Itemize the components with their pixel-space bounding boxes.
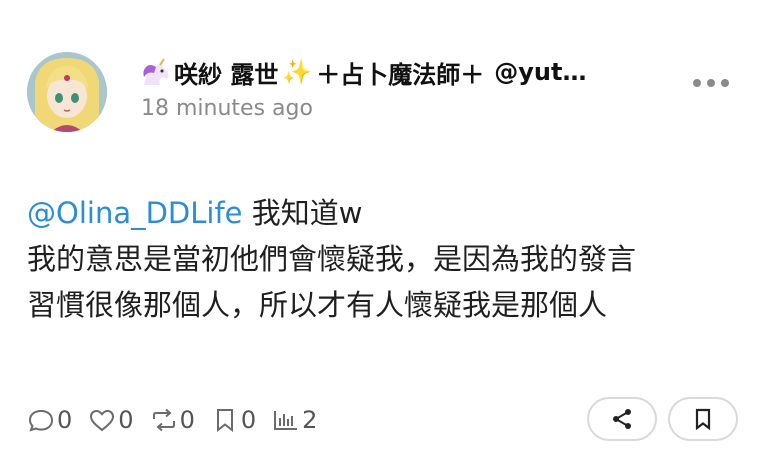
- mention-link[interactable]: @Olina_DDLife: [27, 196, 243, 230]
- more-dot-icon: [693, 79, 701, 87]
- repost-count: 0: [179, 406, 195, 434]
- reply-icon: [28, 409, 54, 432]
- bookmark-outline-icon: [216, 409, 233, 433]
- bookmark-icon: [695, 408, 711, 431]
- post-body: @Olina_DDLife 我知道w 我的意思是當初他們會懷疑我，是因為我的發言…: [27, 190, 747, 328]
- chart-icon: [274, 411, 298, 430]
- post-actions: 0 0 0 0 2: [27, 403, 333, 437]
- post-line-1: @Olina_DDLife 我知道w: [27, 190, 747, 236]
- author-handle: @yut…: [494, 58, 587, 86]
- share-icon: [613, 409, 631, 429]
- unicorn-icon: [143, 58, 169, 85]
- more-dot-icon: [721, 79, 729, 87]
- post-line-3: 習慣很像那個人，所以才有人懷疑我是那個人: [27, 288, 608, 322]
- avatar[interactable]: [27, 52, 107, 132]
- author-name-part1: 咲紗 露世: [174, 60, 279, 89]
- views-button[interactable]: 2: [272, 406, 317, 434]
- reply-button[interactable]: 0: [27, 406, 72, 434]
- reply-count: 0: [57, 406, 73, 434]
- heart-icon: [90, 409, 115, 432]
- quote-button[interactable]: 0: [211, 406, 256, 434]
- share-button[interactable]: [587, 397, 657, 441]
- repost-icon: [152, 408, 175, 432]
- bookmark-button[interactable]: [668, 397, 738, 441]
- author-name-part2: ＋占卜魔法師＋: [316, 60, 485, 89]
- author-name[interactable]: 咲紗 露世 ✨ ＋占卜魔法師＋ @yut…: [140, 55, 660, 89]
- post-line-2: 我的意思是當初他們會懷疑我，是因為我的發言: [27, 242, 637, 276]
- more-dot-icon: [707, 79, 715, 87]
- quote-count: 0: [240, 406, 257, 434]
- more-options-button[interactable]: [693, 72, 729, 94]
- like-button[interactable]: 0: [88, 406, 134, 434]
- like-count: 0: [118, 406, 134, 434]
- post-line-1-text: 我知道w: [242, 196, 363, 230]
- repost-button[interactable]: 0: [150, 406, 195, 434]
- sparkle-icon: ✨: [282, 58, 313, 86]
- post-timestamp: 18 minutes ago: [141, 96, 313, 121]
- views-count: 2: [302, 406, 318, 434]
